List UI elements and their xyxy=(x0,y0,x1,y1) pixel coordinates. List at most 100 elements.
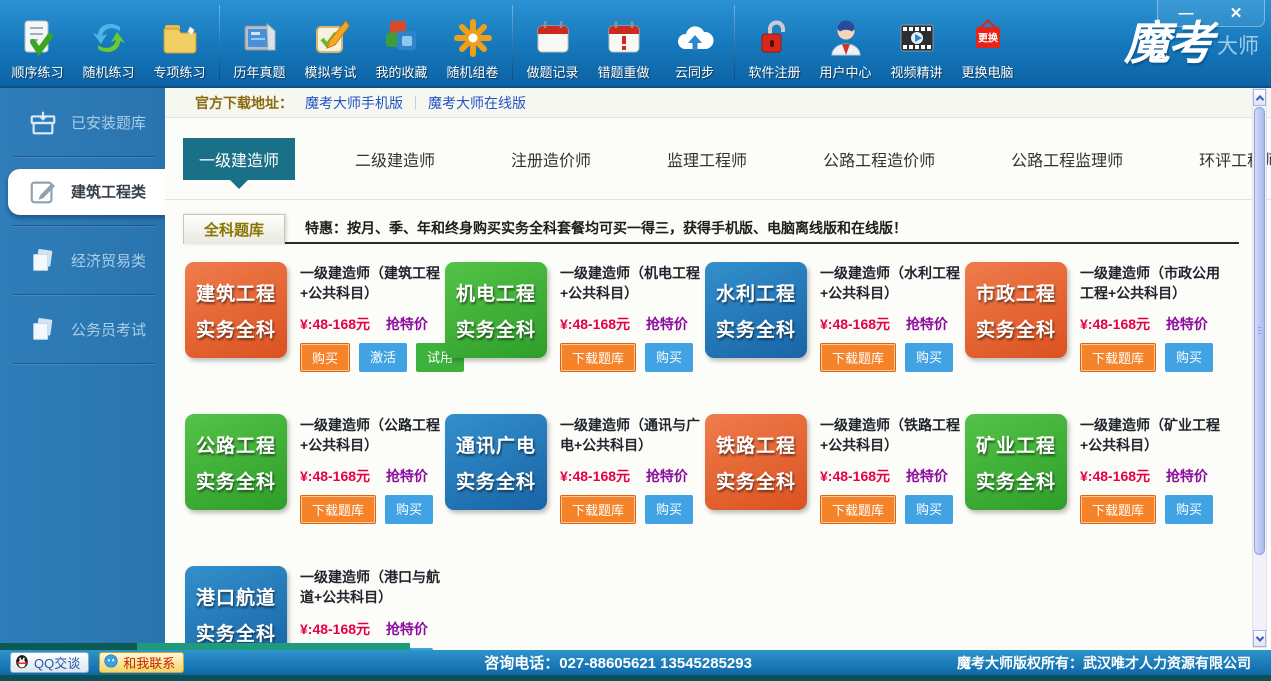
download-bank-button[interactable]: 下载题库 xyxy=(1080,343,1156,372)
buy-button[interactable]: 购买 xyxy=(645,495,693,524)
category-tab[interactable]: 注册造价师 xyxy=(495,138,607,180)
tile-subject-text: 水利工程 xyxy=(716,279,796,306)
tile-subject-text: 铁路工程 xyxy=(716,431,796,458)
tile-series-text: 实务全科 xyxy=(456,467,536,494)
full-subject-library-button[interactable]: 全科题库 xyxy=(183,214,285,244)
toolbar-item[interactable]: 随机练习 xyxy=(73,17,144,81)
scroll-up-button[interactable] xyxy=(1253,89,1266,106)
status-strip-bright xyxy=(137,643,410,650)
tile-subject-text: 矿业工程 xyxy=(976,431,1056,458)
qq-penguin-icon xyxy=(14,653,30,672)
toolbar-item[interactable]: 视频精讲 xyxy=(881,17,952,81)
contact-me-button[interactable]: 和我联系 xyxy=(99,652,184,673)
sidebar: 已安装题库 建筑工程类 经济贸易类 公务员考试 xyxy=(0,88,165,650)
buy-button[interactable]: 购买 xyxy=(645,343,693,372)
download-bank-button[interactable]: 下载题库 xyxy=(1080,495,1156,524)
archive-icon xyxy=(28,108,58,138)
scrollbar-thumb[interactable] xyxy=(1254,107,1265,555)
toolbar-items: 顺序练习 随机练习 专项练习 历年真题 模拟考试 我的收藏 xyxy=(0,0,1271,86)
toolbar-item[interactable]: 我的收藏 xyxy=(366,17,437,81)
toolbar-divider xyxy=(219,5,220,79)
toolbar-item[interactable]: 错题重做 xyxy=(588,17,659,81)
buy-button[interactable]: 购买 xyxy=(905,495,953,524)
footer-bar: QQ交谈 和我联系 咨询电话：027-88605621 13545285293 … xyxy=(0,650,1271,681)
course-price: ¥:48-168元 抢特价 xyxy=(560,314,712,334)
special-offer-text: 特惠：按月、季、年和终身购买实务全科套餐均可买一得三，获得手机版、电脑离线版和在… xyxy=(305,218,907,238)
vertical-scrollbar[interactable] xyxy=(1252,88,1267,648)
category-tab[interactable]: 监理工程师 xyxy=(651,138,763,180)
link-separator xyxy=(415,96,416,110)
download-bank-button[interactable]: 下载题库 xyxy=(560,495,636,524)
tile-series-text: 实务全科 xyxy=(716,467,796,494)
download-bank-button[interactable]: 下载题库 xyxy=(820,343,896,372)
course-card: 公路工程 实务全科 一级建造师（公路工程+公共科目） ¥:48-168元 抢特价… xyxy=(185,414,445,524)
close-button[interactable]: ✕ xyxy=(1214,4,1258,22)
toolbar-item-label: 随机组卷 xyxy=(446,62,498,81)
toolbar-item[interactable]: 更换 更换电脑 xyxy=(952,17,1023,81)
toolbar-item[interactable]: 顺序练习 xyxy=(2,17,73,81)
download-bar: 官方下载地址： 魔考大师手机版 魔考大师在线版 xyxy=(165,88,1271,118)
doc-check-icon xyxy=(17,17,59,59)
download-bank-button[interactable]: 下载题库 xyxy=(560,343,636,372)
course-card: 水利工程 实务全科 一级建造师（水利工程+公共科目） ¥:48-168元 抢特价… xyxy=(705,262,965,372)
course-card: 市政工程 实务全科 一级建造师（市政公用工程+公共科目） ¥:48-168元 抢… xyxy=(965,262,1225,372)
scroll-down-button[interactable] xyxy=(1253,630,1266,647)
exam-category-tabs: 一级建造师二级建造师注册造价师监理工程师公路工程造价师公路工程监理师环评工程师 xyxy=(165,118,1271,200)
card-button-row: 下载题库购买 xyxy=(820,495,972,524)
sidebar-item[interactable]: 经济贸易类 xyxy=(0,226,165,295)
tile-subject-text: 港口航道 xyxy=(196,583,276,610)
course-card: 建筑工程 实务全科 一级建造师（建筑工程+公共科目） ¥:48-168元 抢特价… xyxy=(185,262,445,372)
buy-button[interactable]: 购买 xyxy=(1165,495,1213,524)
tile-subject-text: 市政工程 xyxy=(976,279,1056,306)
toolbar-item[interactable]: 软件注册 xyxy=(739,17,810,81)
buy-button[interactable]: 购买 xyxy=(300,343,350,372)
minimize-button[interactable]: — xyxy=(1164,5,1208,22)
toolbar-item[interactable]: 云同步 xyxy=(659,17,730,81)
toolbar-item[interactable]: 历年真题 xyxy=(224,17,295,81)
toolbar-item[interactable]: 专项练习 xyxy=(144,17,215,81)
toolbar-item[interactable]: 模拟考试 xyxy=(295,17,366,81)
course-title: 一级建造师（公路工程+公共科目） xyxy=(300,416,452,455)
category-tab[interactable]: 一级建造师 xyxy=(183,138,295,180)
qq-chat-button[interactable]: QQ交谈 xyxy=(10,652,89,673)
tile-subject-text: 机电工程 xyxy=(456,279,536,306)
price-text: ¥:48-168元 xyxy=(300,621,370,637)
top-toolbar: 顺序练习 随机练习 专项练习 历年真题 模拟考试 我的收藏 xyxy=(0,0,1271,88)
sidebar-item[interactable]: 已安装题库 xyxy=(0,88,165,157)
toolbar-item-label: 模拟考试 xyxy=(304,62,356,81)
buy-button[interactable]: 购买 xyxy=(905,343,953,372)
download-bank-button[interactable]: 下载题库 xyxy=(820,495,896,524)
buy-button[interactable]: 购买 xyxy=(1165,343,1213,372)
category-tab[interactable]: 公路工程监理师 xyxy=(995,138,1139,180)
price-text: ¥:48-168元 xyxy=(300,316,370,332)
deal-tag: 抢特价 xyxy=(386,316,428,332)
course-price: ¥:48-168元 抢特价 xyxy=(1080,466,1232,486)
deal-tag: 抢特价 xyxy=(1166,468,1208,484)
cloud-up-icon xyxy=(674,17,716,59)
course-tile: 通讯广电 实务全科 xyxy=(445,414,547,510)
activate-button[interactable]: 激活 xyxy=(359,343,407,372)
card-button-row: 下载题库购买 xyxy=(820,343,972,372)
course-tile: 铁路工程 实务全科 xyxy=(705,414,807,510)
toolbar-item[interactable]: 用户中心 xyxy=(810,17,881,81)
tile-series-text: 实务全科 xyxy=(976,315,1056,342)
toolbar-item-label: 云同步 xyxy=(675,62,714,81)
category-tab[interactable]: 公路工程造价师 xyxy=(807,138,951,180)
toolbar-item-label: 更换电脑 xyxy=(961,62,1013,81)
online-version-link[interactable]: 魔考大师在线版 xyxy=(428,93,526,113)
course-title: 一级建造师（市政公用工程+公共科目） xyxy=(1080,264,1232,303)
sidebar-item[interactable]: 建筑工程类 xyxy=(0,157,165,226)
course-card: 机电工程 实务全科 一级建造师（机电工程+公共科目） ¥:48-168元 抢特价… xyxy=(445,262,705,372)
sidebar-item[interactable]: 公务员考试 xyxy=(0,295,165,364)
toolbar-item[interactable]: 随机组卷 xyxy=(437,17,508,81)
calendar-icon xyxy=(532,17,574,59)
toolbar-item[interactable]: 做题记录 xyxy=(517,17,588,81)
folder-icon xyxy=(159,17,201,59)
course-title: 一级建造师（港口与航道+公共科目） xyxy=(300,568,452,607)
buy-button[interactable]: 购买 xyxy=(385,495,433,524)
course-tile: 市政工程 实务全科 xyxy=(965,262,1067,358)
scrollbar-grip xyxy=(1258,327,1261,336)
category-tab[interactable]: 二级建造师 xyxy=(339,138,451,180)
download-bank-button[interactable]: 下载题库 xyxy=(300,495,376,524)
mobile-version-link[interactable]: 魔考大师手机版 xyxy=(305,93,403,113)
